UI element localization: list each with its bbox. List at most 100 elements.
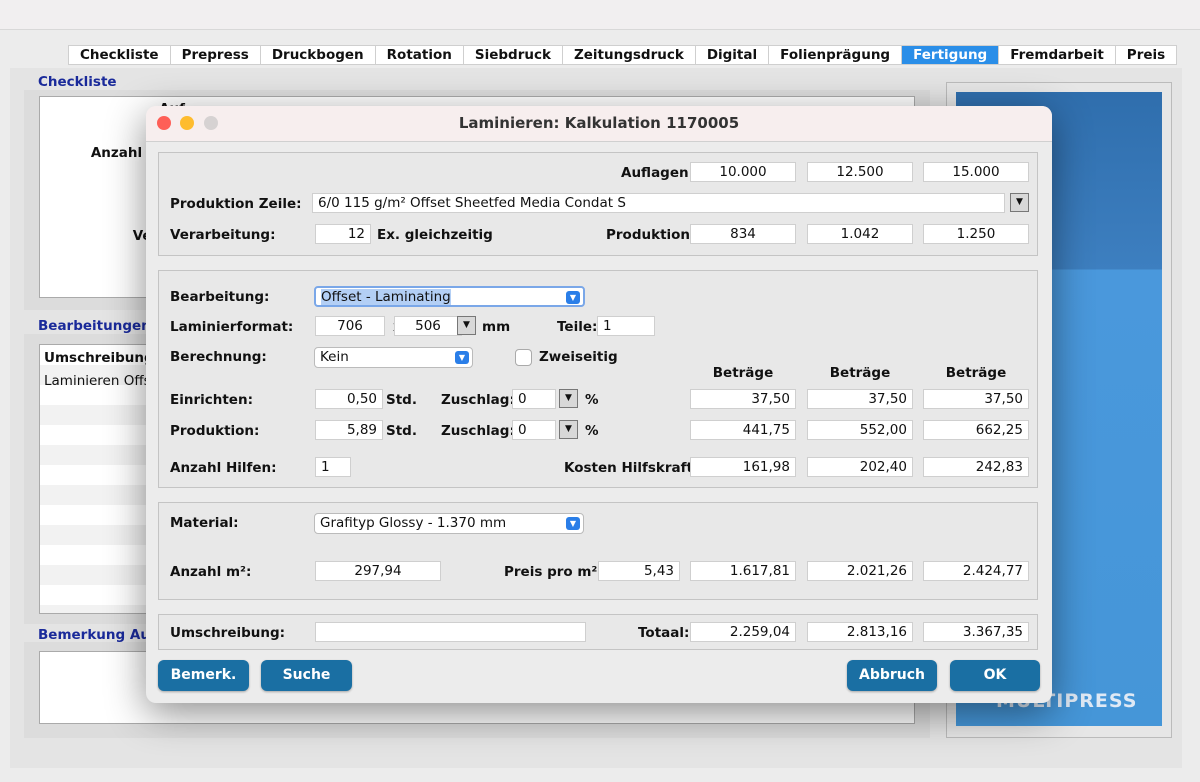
format-height-field[interactable]: 506 [394,316,462,336]
totaal-1[interactable]: 2.259,04 [690,622,796,642]
berechnung-label: Berechnung: [170,349,267,365]
percent-label: % [585,392,599,408]
tab-preis[interactable]: Preis [1116,46,1176,64]
dialog-title: Laminieren: Kalkulation 1170005 [146,106,1052,142]
bemerkung-title: Bemerkung Auf [38,627,156,643]
material-select[interactable]: Grafityp Glossy - 1.370 mm ▼ [314,513,584,534]
format-dropdown-icon[interactable]: ▼ [457,316,476,335]
material-betrag-2[interactable]: 2.021,26 [807,561,913,581]
verarbeitung-field[interactable]: 12 [315,224,371,244]
tab-siebdruck[interactable]: Siebdruck [464,46,563,64]
verarbeitung-label: Verarbeitung: [170,227,276,243]
tab-fertigung[interactable]: Fertigung [902,46,1000,64]
zuschlag-einrichten-field[interactable]: 0 [512,389,556,409]
umschreibung-field[interactable] [315,622,586,642]
auflage-3-field[interactable]: 15.000 [923,162,1029,182]
checkliste-title: Checkliste [38,74,117,90]
einrichten-betrag-3[interactable]: 37,50 [923,389,1029,409]
kosten-hilfskraft-label: Kosten Hilfskraft: [564,460,699,476]
tab-folienpraegung[interactable]: Folienprägung [769,46,903,64]
totaal-3[interactable]: 3.367,35 [923,622,1029,642]
minimize-icon[interactable] [180,116,194,130]
tab-prepress[interactable]: Prepress [171,46,261,64]
tab-zeitungsdruck[interactable]: Zeitungsdruck [563,46,696,64]
material-betrag-3[interactable]: 2.424,77 [923,561,1029,581]
preis-m2-label: Preis pro m²: [504,564,603,580]
zweiseitig-label: Zweiseitig [539,349,618,365]
anzahl-m2-field[interactable]: 297,94 [315,561,441,581]
std-label: Std. [386,392,417,408]
zuschlag-dropdown-icon[interactable]: ▼ [559,389,578,408]
format-width-field[interactable]: 706 [315,316,385,336]
dropdown-arrow-icon[interactable]: ▼ [1010,193,1029,212]
teile-field[interactable]: 1 [597,316,655,336]
produktion-betrag-3[interactable]: 662,25 [923,420,1029,440]
bearbeitung-value: Offset - Laminating [321,289,451,305]
totaal-label: Totaal: [638,625,690,641]
produktion-betrag-2[interactable]: 552,00 [807,420,913,440]
close-icon[interactable] [157,116,171,130]
produktion-3-field[interactable]: 1.250 [923,224,1029,244]
tab-druckbogen[interactable]: Druckbogen [261,46,376,64]
zoom-icon[interactable] [204,116,218,130]
teile-label: Teile: [557,319,598,335]
tab-checkliste[interactable]: Checkliste [69,46,171,64]
produktion-zeile-label: Produktion Zeile: [170,196,302,212]
material-label: Material: [170,515,239,531]
hilfen-field[interactable]: 1 [315,457,351,477]
zuschlag-produktion-field[interactable]: 0 [512,420,556,440]
produktion-zeile-field[interactable]: 6/0 115 g/m² Offset Sheetfed Media Conda… [312,193,1005,213]
table-header-umschreibung[interactable]: Umschreibung [44,350,154,366]
chevron-down-icon: ▼ [566,517,580,530]
berechnung-select[interactable]: Kein ▼ [314,347,473,368]
bearbeitungen-title: Bearbeitungen [38,318,151,334]
material-betrag-1[interactable]: 1.617,81 [690,561,796,581]
einrichten-field[interactable]: 0,50 [315,389,383,409]
top-bar [0,0,1200,30]
ok-button[interactable]: OK [950,660,1040,691]
material-value: Grafityp Glossy - 1.370 mm [320,515,507,531]
chevron-down-icon: ▼ [455,351,469,364]
auflage-1-field[interactable]: 10.000 [690,162,796,182]
hilfskraft-betrag-1[interactable]: 161,98 [690,457,796,477]
produktion-std-label: Produktion: [170,423,260,439]
percent-label: % [585,423,599,439]
betraege-header: Beträge [829,365,891,381]
produktion-2-field[interactable]: 1.042 [807,224,913,244]
produktion-std-field[interactable]: 5,89 [315,420,383,440]
betraege-header: Beträge [712,365,774,381]
zuschlag-label: Zuschlag: [441,423,515,439]
produktion-1-field[interactable]: 834 [690,224,796,244]
bearbeitung-select[interactable]: Offset - Laminating ▼ [314,286,585,307]
auflagen-label: Auflagen: [621,165,695,181]
hilfen-label: Anzahl Hilfen: [170,460,277,476]
einrichten-betrag-1[interactable]: 37,50 [690,389,796,409]
zweiseitig-checkbox[interactable] [515,349,532,366]
betraege-header: Beträge [945,365,1007,381]
tab-rotation[interactable]: Rotation [376,46,464,64]
tab-digital[interactable]: Digital [696,46,770,64]
zuschlag-dropdown-icon[interactable]: ▼ [559,420,578,439]
material-group [158,502,1038,600]
auflage-2-field[interactable]: 12.500 [807,162,913,182]
berechnung-value: Kein [320,349,349,365]
std-label: Std. [386,423,417,439]
table-row[interactable]: Laminieren Offs [44,373,151,389]
umschreibung-label: Umschreibung: [170,625,286,641]
hilfskraft-betrag-3[interactable]: 242,83 [923,457,1029,477]
preis-m2-field[interactable]: 5,43 [598,561,680,581]
anzahl-m2-label: Anzahl m²: [170,564,252,580]
produktion-betrag-1[interactable]: 441,75 [690,420,796,440]
abbruch-button[interactable]: Abbruch [847,660,937,691]
suche-button[interactable]: Suche [261,660,352,691]
totaal-2[interactable]: 2.813,16 [807,622,913,642]
laminieren-dialog: Laminieren: Kalkulation 1170005 Auflagen… [146,106,1052,703]
bemerk-button[interactable]: Bemerk. [158,660,249,691]
tab-fremdarbeit[interactable]: Fremdarbeit [999,46,1116,64]
produktion-label: Produktion: [606,227,696,243]
hilfskraft-betrag-2[interactable]: 202,40 [807,457,913,477]
einrichten-betrag-2[interactable]: 37,50 [807,389,913,409]
laminierformat-label: Laminierformat: [170,319,294,335]
zuschlag-label: Zuschlag: [441,392,515,408]
tab-bar: Checkliste Prepress Druckbogen Rotation … [68,45,1178,65]
